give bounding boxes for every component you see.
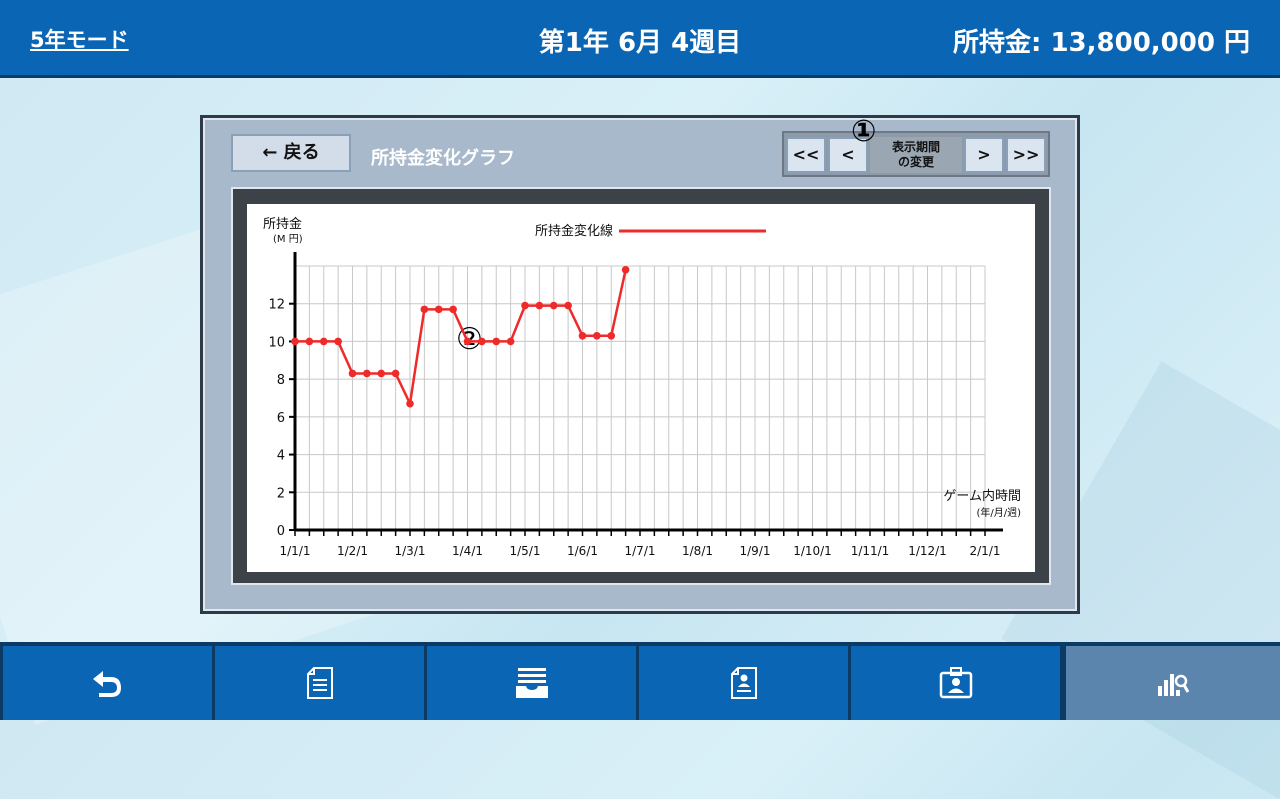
y-tick-label: 4	[277, 449, 285, 464]
chart-search-icon	[1158, 674, 1190, 696]
money-display: 所持金: 13,800,000 円	[953, 28, 1250, 58]
x-tick-label: 1/1/1	[280, 544, 311, 558]
x-tick-label: 1/5/1	[510, 544, 541, 558]
graph-panel: ← 戻る 所持金変化グラフ << < 表示期間 の変更 > >> ① 0 2 4 6 8…	[200, 114, 1080, 614]
profile-document-icon	[730, 667, 757, 699]
data-point	[463, 337, 472, 346]
data-point	[506, 337, 515, 346]
data-point	[363, 369, 371, 378]
data-point	[291, 337, 299, 346]
period-label-line2: の変更	[897, 155, 934, 169]
legend-label: 所持金変化線	[535, 223, 613, 239]
data-point	[578, 331, 587, 340]
period-label-line1: 表示期間	[891, 140, 940, 154]
data-point	[564, 301, 572, 310]
period-change-label: 表示期間 の変更	[870, 137, 962, 173]
x-tick-label: 1/6/1	[567, 544, 598, 558]
return-button[interactable]	[3, 646, 212, 720]
y-tick-label: 10	[268, 335, 285, 350]
data-point	[478, 337, 486, 346]
data-point	[535, 301, 544, 310]
annotation-marker-1: ①	[851, 114, 877, 149]
data-point	[348, 369, 357, 378]
x-tick-label: 1/12/1	[908, 544, 947, 558]
x-tick-label: 1/3/1	[395, 544, 426, 558]
y-tick-label: 2	[277, 486, 285, 501]
id-card-icon	[939, 667, 972, 699]
data-point	[549, 301, 558, 310]
data-point	[377, 369, 386, 378]
y-axis-unit: (M 円)	[273, 234, 303, 245]
profile-document-button[interactable]	[639, 646, 848, 720]
data-point	[334, 337, 342, 346]
chart-area: 0 2 4 6 8 10 12 1/1/1 1/2/1 1/3/1 1/4/1 1/5/1 1/6/1 1…	[247, 204, 1035, 572]
x-tick-label: 1/10/1	[793, 544, 832, 558]
data-point	[319, 337, 328, 346]
data-point	[305, 337, 314, 346]
y-tick-label: 8	[277, 373, 285, 388]
y-axis-label: 所持金	[263, 216, 302, 232]
panel-title: 所持金変化グラフ	[371, 148, 515, 169]
document-icon	[306, 667, 333, 699]
x-tick-label: 1/2/1	[337, 544, 368, 558]
next-period-button[interactable]: >	[964, 137, 1004, 173]
y-tick-label: 6	[277, 411, 285, 426]
chart-frame: 0 2 4 6 8 10 12 1/1/1 1/2/1 1/3/1 1/4/1 1/5/1 1/6/1 1…	[231, 187, 1051, 585]
data-point	[420, 305, 429, 314]
x-tick-label: 1/8/1	[682, 544, 713, 558]
data-point	[521, 301, 529, 310]
x-axis-label: ゲーム内時間	[943, 488, 1021, 504]
top-bar: 5年モード 第1年 6月 4週目 所持金: 13,800,000 円	[0, 0, 1280, 78]
data-point	[406, 399, 414, 408]
id-card-button[interactable]	[851, 646, 1060, 720]
x-tick-label: 1/4/1	[452, 544, 483, 558]
x-axis-unit: (年/月/週)	[976, 506, 1021, 519]
return-arrow-icon	[92, 671, 121, 697]
document-button[interactable]	[215, 646, 424, 720]
data-point	[391, 369, 400, 378]
data-point	[449, 305, 457, 314]
money-chart: 0 2 4 6 8 10 12 1/1/1 1/2/1 1/3/1 1/4/1 1/5/1 1/6/1 1…	[263, 216, 1021, 558]
back-button[interactable]: ← 戻る	[231, 134, 351, 172]
data-point	[593, 331, 601, 340]
inbox-icon	[515, 668, 548, 698]
x-tick-label: 1/7/1	[625, 544, 656, 558]
data-point	[621, 265, 630, 274]
data-point	[434, 305, 443, 314]
first-period-button[interactable]: <<	[786, 137, 826, 173]
period-nav: << < 表示期間 の変更 > >>	[782, 131, 1050, 177]
x-tick-label: 1/9/1	[740, 544, 771, 558]
bottom-toolbar	[0, 642, 1280, 720]
y-tick-label: 0	[277, 524, 285, 539]
data-point	[492, 337, 501, 346]
y-tick-label: 12	[268, 298, 285, 313]
data-point	[607, 331, 616, 340]
last-period-button[interactable]: >>	[1006, 137, 1046, 173]
x-tick-label: 2/1/1	[970, 544, 1001, 558]
x-tick-label: 1/11/1	[851, 544, 890, 558]
chart-search-button[interactable]	[1066, 646, 1280, 720]
inbox-button[interactable]	[427, 646, 636, 720]
